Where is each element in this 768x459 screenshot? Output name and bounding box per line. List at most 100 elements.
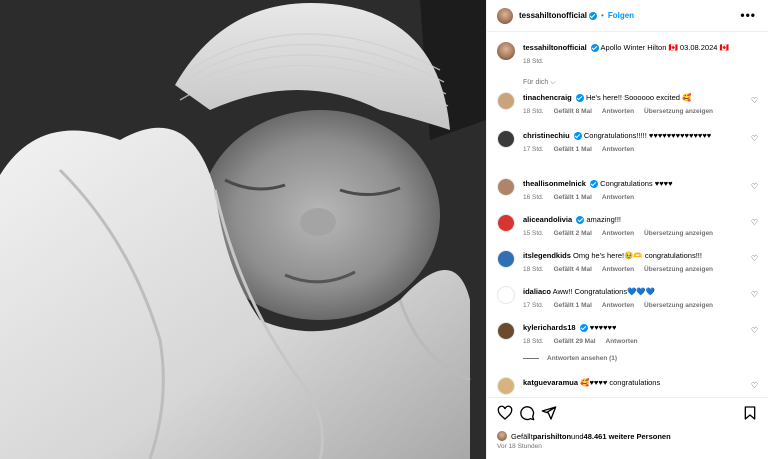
commenter-username[interactable]: idaliaco xyxy=(523,287,551,296)
likes-prefix: Gefällt xyxy=(511,431,533,441)
reply-button[interactable]: Antworten xyxy=(602,302,634,309)
comment-text: ♥♥♥♥♥♥ xyxy=(589,323,617,332)
comment-content: itslegendkids Omg he's here!🥹🫶 congratul… xyxy=(523,250,748,275)
like-comment-icon[interactable]: ♡ xyxy=(751,254,758,263)
comment-content: tinachencraig He's here!! Soooooo excite… xyxy=(523,92,748,117)
post-photo[interactable] xyxy=(0,0,486,459)
commenter-username[interactable]: katguevaramua xyxy=(523,378,578,387)
comment-meta: 17 Std. Gefällt 1 Mal Antworten xyxy=(523,144,748,155)
translate-button[interactable]: Übersetzung anzeigen xyxy=(644,266,713,273)
verified-icon xyxy=(589,11,598,20)
caption-body: tessahiltonofficial Apollo Winter Hilton… xyxy=(523,42,729,67)
comment-text: He's here!! Soooooo excited 🥰 xyxy=(585,93,692,102)
comment-likes[interactable]: Gefällt 1 Mal xyxy=(554,302,592,309)
comment-text: amazing!!! xyxy=(586,215,621,224)
commenter-avatar[interactable] xyxy=(497,130,515,148)
like-comment-icon[interactable]: ♡ xyxy=(751,134,758,143)
sort-dropdown[interactable]: Für dich ⌵ xyxy=(487,67,768,87)
translate-button[interactable]: Übersetzung anzeigen xyxy=(644,108,713,115)
comment-content: kylerichards18 ♥♥♥♥♥♥ 18 Std. Gefällt 29 M… xyxy=(523,322,748,347)
reply-button[interactable]: Antworten xyxy=(606,338,638,345)
follow-button[interactable]: Folgen xyxy=(608,11,634,20)
like-comment-icon[interactable]: ♡ xyxy=(751,218,758,227)
like-comment-icon[interactable]: ♡ xyxy=(751,381,758,390)
commenter-avatar[interactable] xyxy=(497,322,515,340)
commenter-avatar[interactable] xyxy=(497,178,515,196)
caption-username[interactable]: tessahiltonofficial xyxy=(523,43,587,52)
newborn-photo-illustration xyxy=(0,0,486,459)
comment-time: 18 Std. xyxy=(523,266,544,273)
verified-icon xyxy=(575,94,584,103)
commenter-username[interactable]: itslegendkids xyxy=(523,251,571,260)
author-avatar[interactable] xyxy=(497,7,513,24)
post-actions: Gefällt parishilton und 48.461 weitere P… xyxy=(487,397,768,459)
comment-row: katguevaramua 🥰♥♥♥♥ congratulations ♡ xyxy=(497,377,762,395)
like-comment-icon[interactable]: ♡ xyxy=(751,326,758,335)
comment-row: tinachencraig He's here!! Soooooo excite… xyxy=(497,92,762,117)
comment-likes[interactable]: Gefällt 8 Mal xyxy=(554,108,592,115)
separator-dot: • xyxy=(601,11,604,20)
comment-content: aliceandolivia amazing!!! 15 Std. Gefällt … xyxy=(523,214,748,239)
view-replies-button[interactable]: Antworten ansehen (1) xyxy=(523,355,617,362)
comment-likes[interactable]: Gefällt 4 Mal xyxy=(554,266,592,273)
comment-text: Congratulations ♥♥♥♥ xyxy=(600,179,673,188)
comment-meta: 18 Std. Gefällt 4 Mal Antworten Übersetzung… xyxy=(523,264,748,275)
likes-count[interactable]: 48.461 weitere Personen xyxy=(584,432,671,441)
verified-icon xyxy=(576,216,585,225)
author-username[interactable]: tessahiltonofficial xyxy=(519,11,587,20)
comment-row: idaliaco Aww!! Congratulations💙💙💙 17 Std.… xyxy=(497,286,762,311)
comment-icon[interactable] xyxy=(519,405,535,421)
comments-scroll[interactable]: tessahiltonofficial Apollo Winter Hilton… xyxy=(487,32,768,397)
comment-time: 15 Std. xyxy=(523,230,544,237)
comment-time: 18 Std. xyxy=(523,338,544,345)
commenter-username[interactable]: aliceandolivia xyxy=(523,215,572,224)
caption-time: 18 Std. xyxy=(523,58,544,65)
more-options-icon[interactable]: ••• xyxy=(740,8,756,22)
liker-username[interactable]: parishilton xyxy=(533,432,571,441)
like-comment-icon[interactable]: ♡ xyxy=(751,96,758,105)
comment-text: Congratulations!!!!! ♥♥♥♥♥♥♥♥♥♥♥♥♥♥ xyxy=(583,131,712,140)
comment-likes[interactable]: Gefällt 1 Mal xyxy=(554,194,592,201)
bookmark-icon[interactable] xyxy=(742,405,758,421)
verified-icon xyxy=(579,324,588,333)
reply-button[interactable]: Antworten xyxy=(602,266,634,273)
commenter-username[interactable]: christinechiu xyxy=(523,131,570,140)
replies-line xyxy=(523,358,539,359)
likes-summary: Gefällt parishilton und 48.461 weitere P… xyxy=(497,431,671,441)
reply-button[interactable]: Antworten xyxy=(602,230,634,237)
comment-row: aliceandolivia amazing!!! 15 Std. Gefällt … xyxy=(497,214,762,239)
commenter-username[interactable]: tinachencraig xyxy=(523,93,572,102)
comment-content: idaliaco Aww!! Congratulations💙💙💙 17 Std.… xyxy=(523,286,748,311)
comment-content: katguevaramua 🥰♥♥♥♥ congratulations xyxy=(523,377,748,395)
comment-row: christinechiu Congratulations!!!!! ♥♥♥♥♥… xyxy=(497,130,762,155)
caption-avatar[interactable] xyxy=(497,42,515,60)
like-comment-icon[interactable]: ♡ xyxy=(751,182,758,191)
caption-text: Apollo Winter Hilton 🇨🇦 03.08.2024 🇨🇦 xyxy=(600,43,729,52)
reply-button[interactable]: Antworten xyxy=(602,146,634,153)
commenter-username[interactable]: theallisonmelnick xyxy=(523,179,586,188)
comment-likes[interactable]: Gefällt 1 Mal xyxy=(554,146,592,153)
verified-icon xyxy=(590,180,599,189)
heart-icon[interactable] xyxy=(497,405,513,421)
share-icon[interactable] xyxy=(541,405,557,421)
commenter-username[interactable]: kylerichards18 xyxy=(523,323,576,332)
posted-time: Vor 18 Stunden xyxy=(497,443,542,450)
comment-likes[interactable]: Gefällt 2 Mal xyxy=(554,230,592,237)
liker-avatar[interactable] xyxy=(497,431,507,441)
commenter-avatar[interactable] xyxy=(497,92,515,110)
reply-button[interactable]: Antworten xyxy=(602,194,634,201)
commenter-avatar[interactable] xyxy=(497,286,515,304)
likes-middle: und xyxy=(571,431,584,441)
like-comment-icon[interactable]: ♡ xyxy=(751,290,758,299)
comment-likes[interactable]: Gefällt 29 Mal xyxy=(554,338,596,345)
reply-button[interactable]: Antworten xyxy=(602,108,634,115)
comment-meta: 18 Std. Gefällt 29 Mal Antworten xyxy=(523,336,748,347)
comments-panel: tessahiltonofficial • Folgen ••• tessahi… xyxy=(486,0,768,459)
commenter-avatar[interactable] xyxy=(497,214,515,232)
commenter-avatar[interactable] xyxy=(497,250,515,268)
commenter-avatar[interactable] xyxy=(497,377,515,395)
translate-button[interactable]: Übersetzung anzeigen xyxy=(644,302,713,309)
verified-icon xyxy=(590,44,599,53)
post-viewer: tessahiltonofficial • Folgen ••• tessahi… xyxy=(0,0,768,459)
translate-button[interactable]: Übersetzung anzeigen xyxy=(644,230,713,237)
